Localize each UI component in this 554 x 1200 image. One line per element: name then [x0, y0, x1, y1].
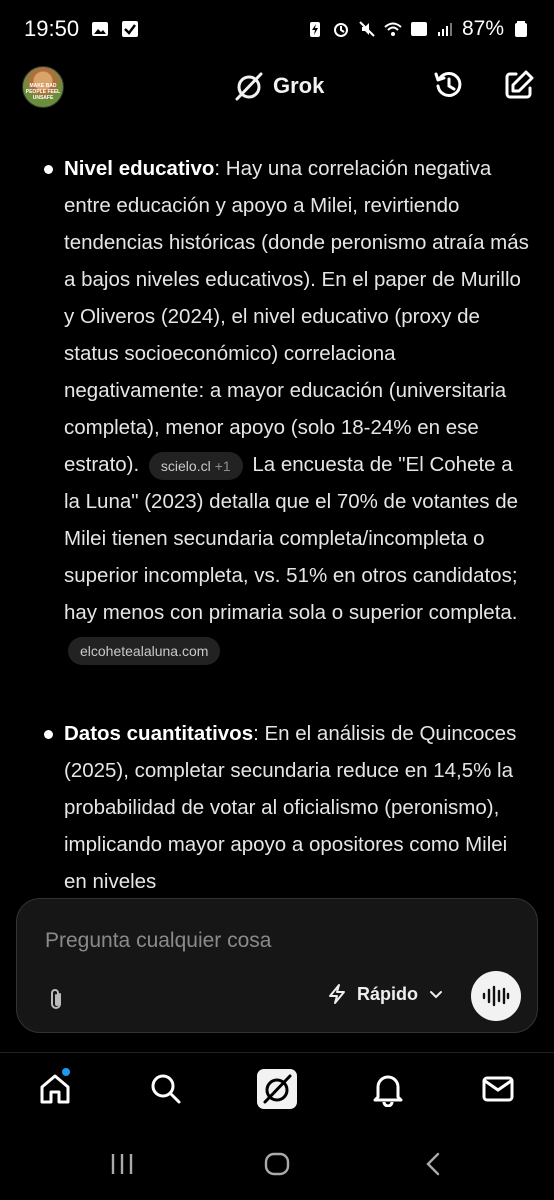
avatar-caption: MAKE BAD PEOPLE FEEL UNSAFE — [25, 83, 61, 101]
paragraph-education: Nivel educativo: Hay una correlación neg… — [64, 150, 534, 668]
source-chip-count: +1 — [214, 457, 231, 474]
chevron-down-icon — [430, 991, 442, 999]
prompt-box[interactable]: Pregunta cualquier cosa Rápido — [16, 898, 538, 1033]
home-icon[interactable] — [37, 1071, 73, 1107]
notification-dot — [62, 1068, 70, 1076]
status-bar: 19:50 87% — [0, 0, 554, 58]
battery-percent: 87% — [461, 17, 504, 40]
attach-icon[interactable] — [43, 987, 69, 1013]
bullet — [44, 165, 53, 174]
voice-waveform-icon — [482, 985, 510, 1007]
recent-apps-icon[interactable] — [108, 1150, 136, 1178]
volte-icon — [410, 22, 427, 36]
prompt-input[interactable]: Pregunta cualquier cosa — [45, 929, 271, 953]
mail-icon[interactable] — [480, 1071, 516, 1107]
search-icon[interactable] — [148, 1071, 184, 1107]
grok-tab-icon[interactable] — [256, 1068, 298, 1110]
paragraph-title: Datos cuantitativos — [64, 722, 254, 745]
history-icon[interactable] — [432, 68, 466, 102]
wifi-icon — [384, 22, 402, 36]
bullet — [44, 730, 53, 739]
lightning-icon — [329, 984, 345, 1004]
mode-selector[interactable]: Rápido — [327, 983, 444, 1005]
paragraph-text: : Hay una correlación negativa entre edu… — [64, 157, 529, 476]
brand: Grok — [233, 70, 324, 102]
paragraph-text: : En el análisis de Quincoces (2025), co… — [64, 722, 517, 893]
bell-icon[interactable] — [370, 1071, 406, 1107]
signal-icon — [437, 23, 452, 36]
app-header: MAKE BAD PEOPLE FEEL UNSAFE Grok — [0, 58, 554, 118]
source-chip-label: scielo.cl — [160, 457, 211, 474]
grok-logo-icon — [235, 72, 263, 101]
paragraph-text: La encuesta de "El Cohete a la Luna" (20… — [64, 453, 519, 624]
alarm-icon — [333, 23, 348, 37]
voice-button[interactable] — [471, 971, 521, 1021]
gallery-icon — [92, 22, 109, 36]
bottom-nav — [0, 1052, 554, 1129]
back-icon[interactable] — [420, 1150, 448, 1178]
source-chip-scielo[interactable]: scielo.cl +1 — [148, 451, 243, 480]
paragraph-quantitative: Datos cuantitativos: En el análisis de Q… — [64, 715, 534, 900]
source-chip-elcohete[interactable]: elcohetealaluna.com — [68, 636, 221, 665]
mute-icon — [359, 21, 375, 37]
mode-label: Rápido — [357, 983, 418, 1004]
checkbox-icon — [122, 21, 139, 37]
system-nav — [0, 1128, 554, 1200]
page-title: Grok — [273, 73, 325, 98]
source-chip-label: elcohetealaluna.com — [80, 642, 209, 659]
battery-icon — [515, 21, 527, 37]
new-chat-icon[interactable] — [502, 68, 536, 102]
paragraph-title: Nivel educativo — [64, 157, 215, 180]
status-time: 19:50 — [24, 16, 80, 41]
avatar[interactable]: MAKE BAD PEOPLE FEEL UNSAFE — [22, 66, 64, 108]
home-button-icon[interactable] — [262, 1150, 292, 1178]
battery-saver-icon — [309, 22, 320, 37]
